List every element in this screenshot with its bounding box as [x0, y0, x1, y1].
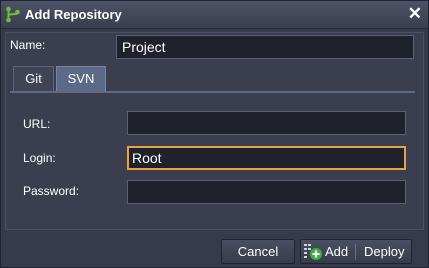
login-input[interactable] — [127, 146, 406, 170]
branch-logo-icon — [6, 6, 20, 23]
add-deploy-button[interactable]: Add Deploy — [300, 239, 412, 264]
add-label: Add — [325, 244, 349, 259]
dialog-titlebar[interactable]: Add Repository ✕ — [1, 1, 428, 29]
name-label: Name: — [10, 38, 46, 52]
dialog-title: Add Repository — [25, 7, 122, 22]
tab-svn[interactable]: SVN — [56, 66, 106, 91]
name-input[interactable] — [116, 35, 414, 59]
cancel-button[interactable]: Cancel — [221, 239, 295, 264]
deploy-label: Deploy — [364, 244, 405, 259]
password-label: Password: — [23, 184, 80, 198]
url-label: URL: — [23, 117, 51, 131]
close-icon[interactable]: ✕ — [408, 4, 422, 24]
url-input[interactable] — [127, 111, 406, 135]
tab-git[interactable]: Git — [13, 66, 54, 91]
add-deploy-icon — [304, 244, 322, 260]
password-input[interactable] — [127, 180, 406, 204]
tab-underline — [10, 91, 415, 93]
add-repository-dialog: Add Repository ✕ Name: Git SVN URL: Logi… — [0, 0, 429, 268]
login-label: Login: — [23, 151, 56, 165]
button-separator — [355, 244, 356, 260]
